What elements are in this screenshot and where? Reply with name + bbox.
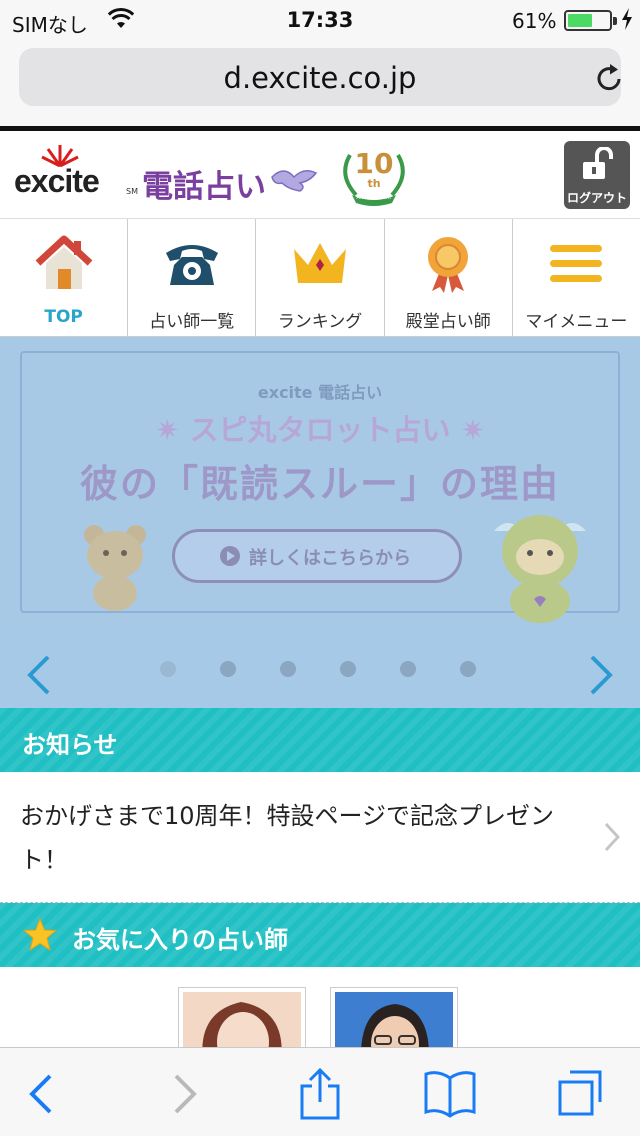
logo-brand-text: excite [14, 163, 100, 199]
banner-carousel: excite 電話占い ✷ スピ丸タロット占い ✷ 彼の「既読スルー」の理由 詳… [0, 337, 640, 708]
logout-button[interactable]: ログアウト [564, 141, 630, 209]
charging-bolt-icon [622, 8, 632, 30]
nav-label-fortune-tellers: 占い師一覧 [149, 312, 235, 332]
site-header: excite SM 電話占い 10 th ANNIVERSARY ログアウト [0, 131, 640, 219]
unlock-icon [583, 147, 613, 179]
logo-wing-icon [271, 170, 318, 192]
banner-brand: excite 電話占い [257, 383, 383, 402]
favorites-list [0, 967, 640, 1072]
bookmarks-icon[interactable] [422, 1066, 478, 1122]
telephone-icon [165, 245, 218, 285]
play-icon [220, 546, 240, 566]
back-icon[interactable] [14, 1066, 70, 1122]
address-bar[interactable]: d.excite.co.jp [19, 48, 621, 106]
chevron-right-icon [604, 822, 620, 852]
carousel-dots [160, 661, 480, 677]
nav-item-fortune-tellers[interactable]: 占い師一覧 [128, 219, 257, 336]
status-bar: SIMなし 17:33 61% [0, 0, 640, 40]
logout-label: ログアウト [566, 191, 627, 205]
reload-icon[interactable] [593, 62, 625, 94]
logo-trademark: SM [126, 187, 138, 196]
battery-tip [613, 17, 617, 25]
sparkle-icon: ✷ [155, 413, 190, 447]
logo-service-name: 電話占い [142, 169, 266, 205]
browser-toolbar [0, 1047, 640, 1136]
carousel-prev-icon[interactable] [26, 655, 52, 695]
carousel-next-icon[interactable] [588, 655, 614, 695]
carousel-dot[interactable] [460, 661, 476, 677]
anniversary-suffix: th [367, 177, 381, 190]
main-nav: TOP 占い師一覧 ランキング 殿堂占い師 マイメニュー [0, 219, 640, 337]
nav-label-hall-of-fame: 殿堂占い師 [405, 312, 491, 332]
nav-item-my-menu[interactable]: マイメニュー [512, 219, 640, 336]
carousel-dot[interactable] [280, 661, 296, 677]
browser-address-area: d.excite.co.jp [0, 40, 640, 126]
carousel-dot[interactable] [220, 661, 236, 677]
nav-label-my-menu: マイメニュー [525, 312, 628, 332]
favorites-section-header: お気に入りの占い師 [0, 903, 640, 967]
carousel-dot[interactable] [340, 661, 356, 677]
forward-icon[interactable] [156, 1066, 212, 1122]
banner-subtitle-text: スピ丸タロット占い [189, 413, 451, 447]
banner-cta-label: 詳しくはこちらから [249, 548, 411, 569]
notice-item[interactable]: おかげさまで10周年！特設ページで記念プレゼント！ [0, 772, 640, 903]
nav-label-top: TOP [44, 307, 83, 327]
banner-cta-button[interactable]: 詳しくはこちらから [172, 529, 462, 583]
bear-illustration [84, 525, 146, 611]
nav-item-ranking[interactable]: ランキング [256, 219, 385, 336]
nav-item-top[interactable]: TOP [0, 219, 129, 336]
battery-percent: 61% [512, 9, 557, 33]
notice-item-text: おかげさまで10周年！特設ページで記念プレゼント！ [20, 802, 555, 874]
hamburger-menu-icon [550, 245, 603, 282]
house-icon [35, 235, 92, 289]
sparkle-icon: ✷ [450, 413, 485, 447]
favorites-heading: お気に入りの占い師 [72, 926, 288, 954]
star-icon [22, 917, 58, 952]
anniversary-badge: 10 th ANNIVERSARY [336, 145, 412, 207]
banner-slide[interactable]: excite 電話占い ✷ スピ丸タロット占い ✷ 彼の「既読スルー」の理由 詳… [4, 341, 636, 625]
medal-icon [428, 237, 469, 293]
mascot-illustration [494, 515, 586, 623]
banner-subtitle: ✷ スピ丸タロット占い ✷ [4, 407, 636, 449]
nav-item-hall-of-fame[interactable]: 殿堂占い師 [384, 219, 513, 336]
share-icon[interactable] [292, 1066, 348, 1122]
banner-title: 彼の「既読スルー」の理由 [79, 462, 560, 506]
nav-label-ranking: ランキング [277, 312, 363, 332]
logo-brand: excite [14, 163, 100, 200]
battery-icon [564, 10, 612, 31]
battery-level [568, 14, 593, 27]
tabs-icon[interactable] [552, 1066, 608, 1122]
notice-section-header: お知らせ [0, 708, 640, 772]
carousel-dot[interactable] [400, 661, 416, 677]
anniversary-label: ANNIVERSARY [356, 195, 392, 201]
site-logo[interactable]: excite SM 電話占い [12, 143, 322, 207]
url-text[interactable]: d.excite.co.jp [19, 61, 621, 95]
crown-icon [294, 243, 346, 283]
notice-heading: お知らせ [22, 731, 118, 759]
carousel-dot[interactable] [160, 661, 176, 677]
anniversary-number: 10 [354, 147, 394, 180]
